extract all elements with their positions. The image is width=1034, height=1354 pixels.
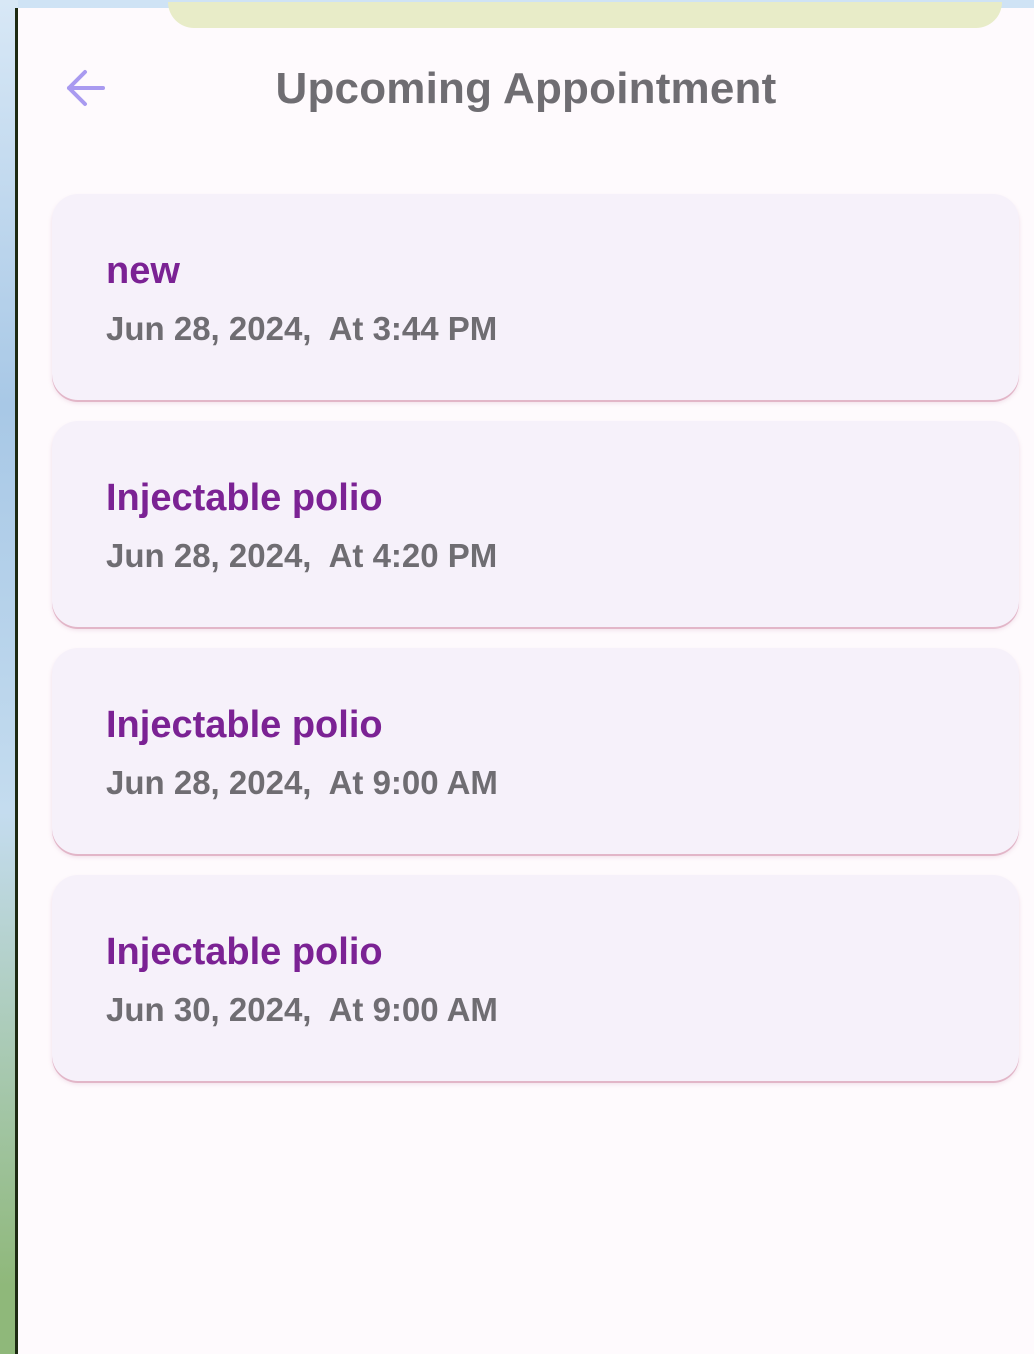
appointment-datetime: Jun 30, 2024, At 9:00 AM — [106, 991, 498, 1029]
appointment-title: Injectable polio — [106, 477, 383, 519]
appointment-datetime: Jun 28, 2024, At 4:20 PM — [106, 537, 497, 575]
page-title: Upcoming Appointment — [275, 64, 777, 113]
appointment-datetime: Jun 28, 2024, At 3:44 PM — [106, 310, 497, 348]
appointment-date: Jun 30, 2024, — [106, 991, 312, 1028]
appointment-datetime: Jun 28, 2024, At 9:00 AM — [106, 764, 498, 802]
appointment-title: new — [106, 250, 180, 292]
appointment-time: At 9:00 AM — [328, 764, 498, 801]
appointment-card[interactable]: new Jun 28, 2024, At 3:44 PM — [52, 194, 1019, 400]
appointment-title: Injectable polio — [106, 931, 383, 973]
appointment-date: Jun 28, 2024, — [106, 764, 312, 801]
appointment-card[interactable]: Injectable polio Jun 28, 2024, At 9:00 A… — [52, 648, 1019, 854]
appointment-time: At 4:20 PM — [328, 537, 498, 574]
appointment-card[interactable]: Injectable polio Jun 28, 2024, At 4:20 P… — [52, 421, 1019, 627]
appointment-time: At 9:00 AM — [328, 991, 498, 1028]
appointment-date: Jun 28, 2024, — [106, 537, 312, 574]
appointment-time: At 3:44 PM — [328, 310, 498, 347]
appointment-title: Injectable polio — [106, 704, 383, 746]
appointment-card[interactable]: Injectable polio Jun 30, 2024, At 9:00 A… — [52, 875, 1019, 1081]
appointment-list: new Jun 28, 2024, At 3:44 PM Injectable … — [52, 194, 1019, 1102]
app-bar: Upcoming Appointment — [18, 8, 1034, 168]
appointment-date: Jun 28, 2024, — [106, 310, 312, 347]
